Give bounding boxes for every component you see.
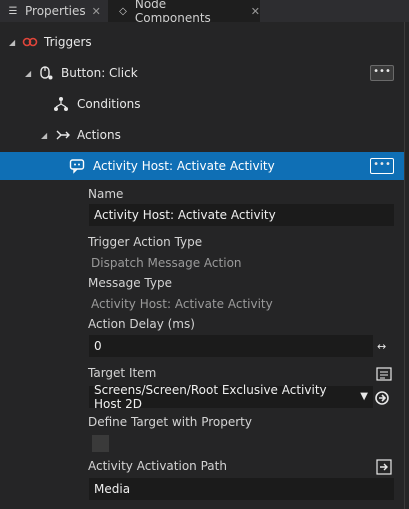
action-delay-field[interactable]: 0	[89, 335, 373, 357]
mouse-click-icon	[38, 65, 54, 81]
tree-item-conditions[interactable]: Conditions	[0, 91, 404, 117]
tree-item-activity-host[interactable]: Activity Host: Activate Activity •••	[0, 152, 404, 180]
define-target-label: Define Target with Property	[88, 415, 252, 429]
tree-label-actions: Actions	[77, 128, 121, 142]
action-arrow-icon	[55, 127, 71, 143]
tree-item-triggers[interactable]: ◢ Triggers	[0, 29, 404, 55]
tree-label-button-click: Button: Click	[61, 66, 138, 80]
panel-divider	[404, 22, 405, 509]
collapse-arrow-icon[interactable]: ◢	[41, 131, 47, 140]
name-field[interactable]: Activity Host: Activate Activity	[89, 204, 394, 226]
action-delay-label: Action Delay (ms)	[88, 317, 195, 331]
more-options-button[interactable]: •••	[370, 65, 394, 81]
collapse-arrow-icon[interactable]: ◢	[25, 69, 31, 78]
more-options-button[interactable]: •••	[370, 158, 394, 174]
conditions-icon	[53, 96, 69, 112]
component-icon: ◇	[119, 5, 127, 17]
tree-label-conditions: Conditions	[77, 97, 141, 111]
define-target-checkbox[interactable]	[92, 435, 109, 452]
trigger-icon	[22, 34, 38, 50]
list-icon: ☰	[8, 5, 18, 17]
bind-property-icon[interactable]	[376, 459, 392, 475]
tab-properties-label: Properties	[25, 4, 86, 18]
target-item-value: Screens/Screen/Root Exclusive Activity H…	[94, 383, 327, 411]
collapse-arrow-icon[interactable]: ◢	[9, 38, 15, 47]
tree-item-actions[interactable]: ◢ Actions	[0, 122, 404, 148]
tree-label-triggers: Triggers	[44, 35, 92, 49]
tree-label-activity-host: Activity Host: Activate Activity	[93, 159, 275, 173]
target-item-dropdown[interactable]: Screens/Screen/Root Exclusive Activity H…	[89, 383, 373, 411]
activation-path-field[interactable]: Media	[89, 478, 394, 500]
trigger-action-type-value: Dispatch Message Action	[91, 256, 242, 270]
message-type-value: Activity Host: Activate Activity	[91, 297, 273, 311]
name-label: Name	[88, 187, 124, 201]
go-to-target-icon[interactable]	[374, 390, 390, 405]
node-picker-icon[interactable]	[376, 367, 392, 381]
tab-properties[interactable]: ☰ Properties ✕	[6, 0, 106, 22]
drag-adjust-icon[interactable]: ↔	[377, 340, 393, 354]
trigger-action-type-label: Trigger Action Type	[88, 235, 203, 249]
target-item-label: Target Item	[88, 366, 157, 380]
message-icon	[69, 158, 85, 174]
dropdown-arrow-icon[interactable]: ▼	[360, 391, 368, 402]
message-type-label: Message Type	[88, 276, 172, 290]
activation-path-label: Activity Activation Path	[88, 459, 227, 473]
tab-bar: ☰ Properties ✕ ◇ Node Components ✕	[0, 0, 409, 25]
close-icon[interactable]: ✕	[251, 5, 260, 18]
close-icon[interactable]: ✕	[92, 5, 101, 18]
tree-item-button-click[interactable]: ◢ Button: Click •••	[0, 60, 404, 86]
tab-node-components[interactable]: ◇ Node Components ✕	[108, 0, 260, 25]
